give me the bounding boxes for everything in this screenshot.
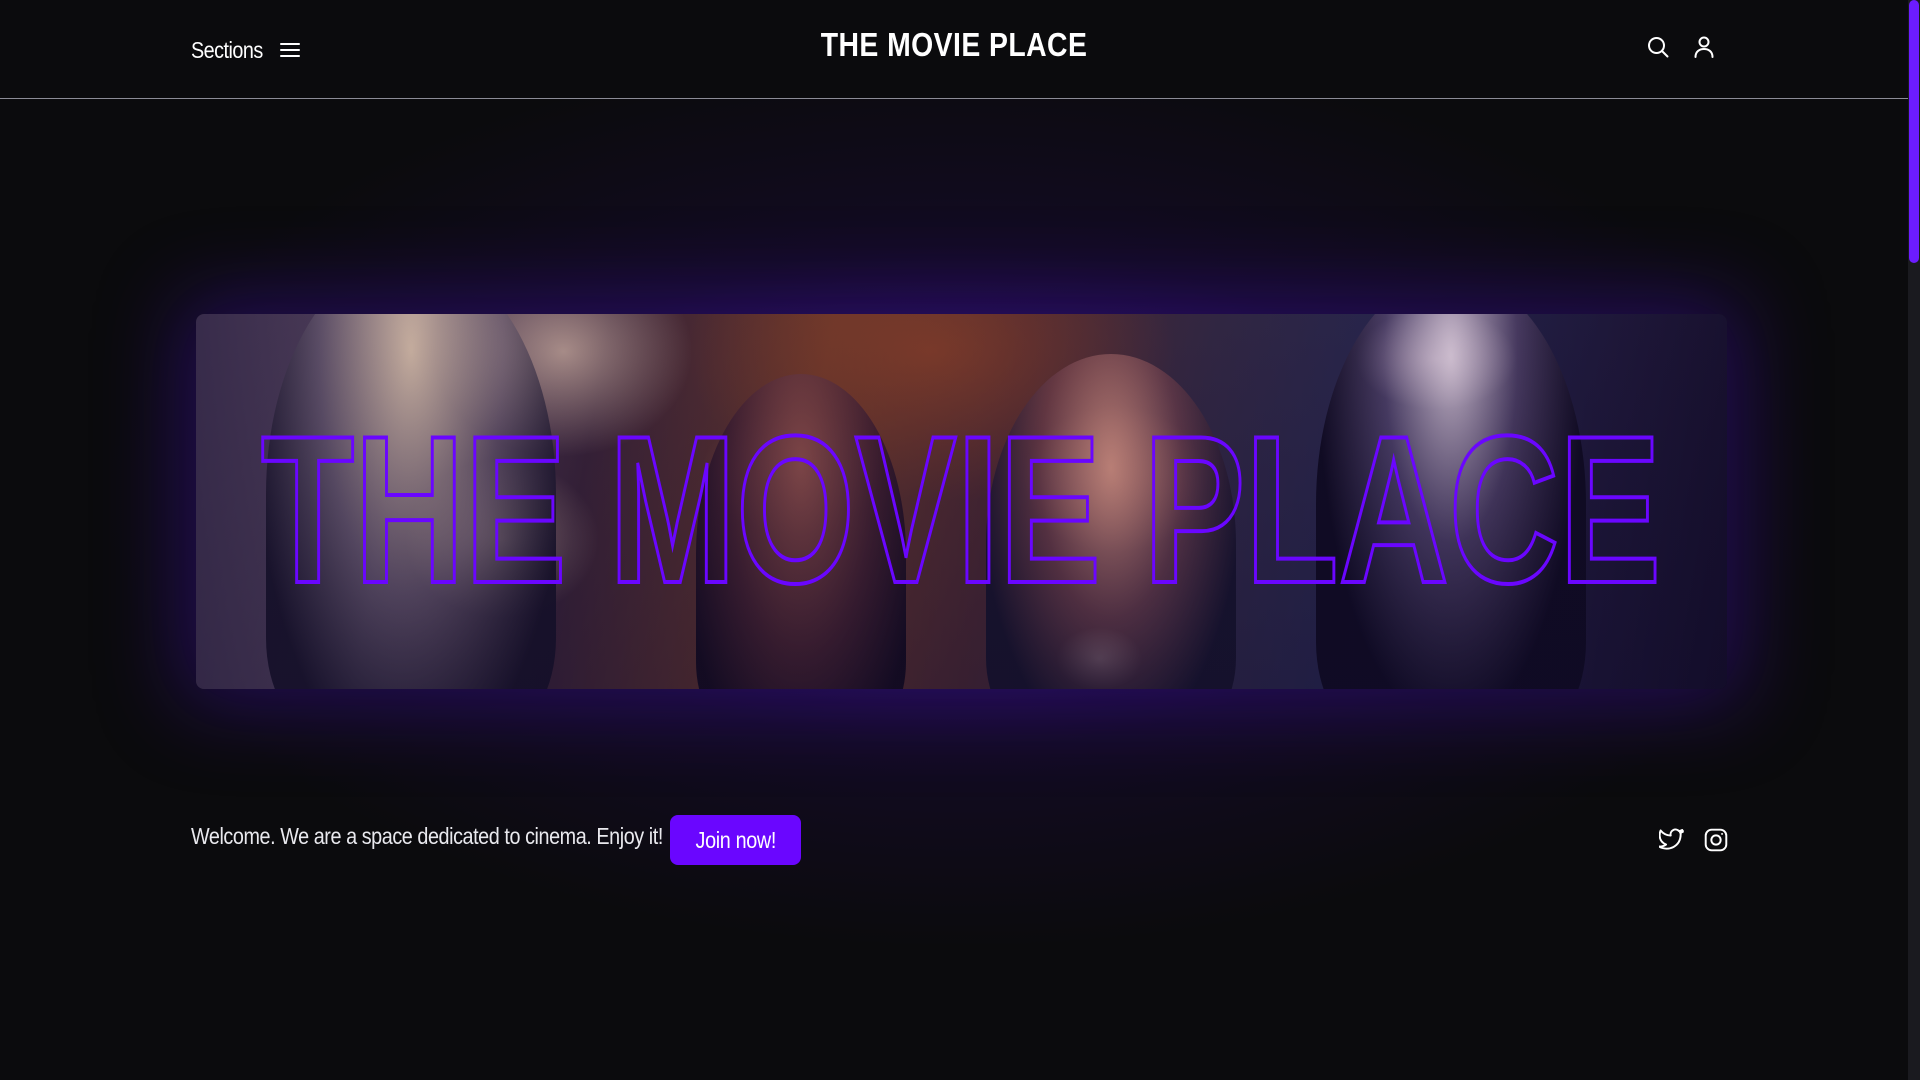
- instagram-link[interactable]: [1703, 827, 1729, 853]
- user-icon: [1694, 36, 1714, 58]
- instagram-icon: [1704, 828, 1728, 852]
- scrollbar[interactable]: [1908, 0, 1920, 1080]
- page: Sections THE MOVIE PLACE THE MOVIE PLACE…: [0, 0, 1920, 1080]
- social-links: [1659, 827, 1729, 853]
- banner-title-outline: THE MOVIE PLACE: [259, 390, 1663, 629]
- search-icon: [1648, 37, 1669, 58]
- join-now-label: Join now!: [695, 826, 776, 853]
- site-title-text: THE MOVIE PLACE: [820, 26, 1088, 63]
- hero-banner: THE MOVIE PLACE: [196, 314, 1727, 689]
- site-title[interactable]: THE MOVIE PLACE: [0, 26, 1908, 64]
- join-now-button[interactable]: Join now!: [670, 815, 801, 865]
- twitter-link[interactable]: [1659, 827, 1685, 853]
- scrollbar-thumb[interactable]: [1909, 0, 1919, 263]
- site-header: Sections THE MOVIE PLACE: [0, 0, 1908, 99]
- search-button[interactable]: [1645, 34, 1671, 60]
- twitter-icon: [1659, 828, 1684, 850]
- header-actions: [1645, 34, 1717, 60]
- account-button[interactable]: [1691, 34, 1717, 60]
- welcome-message: Welcome. We are a space dedicated to cin…: [191, 823, 663, 849]
- banner-title-text: THE MOVIE PLACE: [261, 392, 1661, 627]
